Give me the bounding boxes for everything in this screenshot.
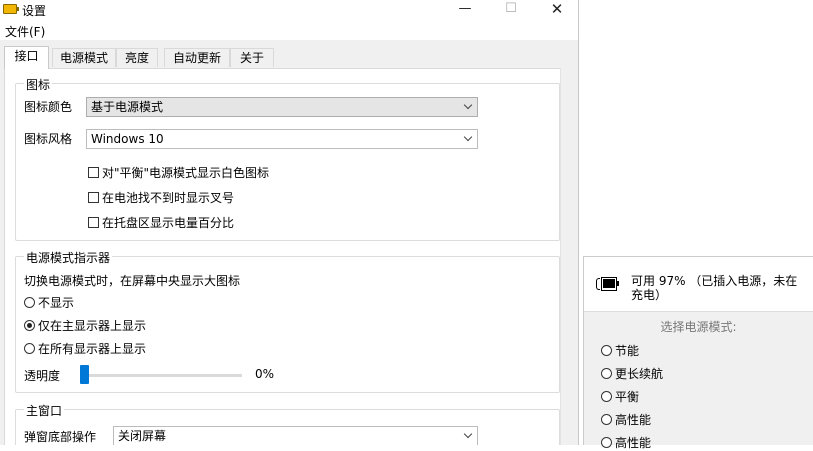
window-title: 设置 [22,4,47,18]
radio-circle [601,437,612,448]
mode-label: 平衡 [615,390,640,404]
radio-no-display[interactable]: 不显示 [24,294,74,311]
indicator-group-legend: 电源模式指示器 [24,249,113,266]
opacity-value: 0% [255,367,275,381]
radio-primary-display[interactable]: 仅在主显示器上显示 [24,317,146,334]
mode-best-performance[interactable]: 高性能 [601,434,651,451]
icon-color-dropdown[interactable]: 基于电源模式 [86,97,478,117]
indicator-group: 电源模式指示器 切换电源模式时，在屏幕中央显示大图标 不显示 仅在主显示器上显示… [15,249,560,393]
radio-circle [24,343,35,354]
battery-plugged-icon [596,276,622,292]
battery-app-icon [3,4,19,14]
menu-file[interactable]: 文件(F) [5,23,45,40]
menu-bar: 文件(F) [0,20,578,40]
close-button[interactable]: ✕ [534,0,578,20]
tab-power-mode[interactable]: 电源模式 [52,48,116,67]
radio-label: 不显示 [38,296,75,310]
radio-circle [601,368,612,379]
icon-style-dropdown[interactable]: Windows 10 [86,129,478,149]
radio-circle [601,391,612,402]
battery-flyout: 可用 97% （已插入电源，未在 充电） 选择电源模式: 节能 更长续航 平衡 … [583,256,813,450]
maximize-button[interactable]: ☐ [488,0,534,20]
tab-auto-update[interactable]: 自动更新 [164,48,230,67]
indicator-description: 切换电源模式时，在屏幕中央显示大图标 [24,274,241,288]
tab-brightness[interactable]: 亮度 [116,48,158,67]
tab-page-interface: 图标 图标颜色 基于电源模式 图标风格 Windows 10 对"平衡"电源模式… [4,68,575,445]
mode-label: 高性能 [615,436,652,450]
icon-color-value: 基于电源模式 [91,100,164,114]
chevron-down-icon [463,132,473,142]
mode-label: 节能 [615,344,640,358]
checkbox-label: 对"平衡"电源模式显示白色图标 [102,166,270,180]
mode-longer-battery[interactable]: 更长续航 [601,365,663,382]
chevron-down-icon [463,100,473,110]
white-icon-balanced-checkbox[interactable]: 对"平衡"电源模式显示白色图标 [88,164,269,181]
main-window-group: 主窗口 弹窗底部操作 关闭屏幕 [15,402,560,445]
opacity-slider-thumb[interactable] [80,365,89,384]
radio-circle [601,414,612,425]
checkbox-label: 在托盘区显示电量百分比 [102,216,235,230]
opacity-label: 透明度 [24,369,61,383]
settings-window: 设置 — ☐ ✕ 文件(F) 接口 电源模式 亮度 自动更新 关于 图标 图标颜… [0,0,579,445]
checkbox-box [88,217,99,228]
icon-group: 图标 图标颜色 基于电源模式 图标风格 Windows 10 对"平衡"电源模式… [15,76,560,241]
flyout-header: 可用 97% （已插入电源，未在 充电） [584,257,813,312]
chevron-down-icon [463,429,473,439]
radio-label: 仅在主显示器上显示 [38,319,147,333]
minimize-button[interactable]: — [442,0,488,20]
battery-status-line1: 可用 97% （已插入电源，未在 [631,274,798,288]
main-window-group-legend: 主窗口 [24,402,65,419]
popup-action-value: 关闭屏幕 [118,429,167,443]
battery-status: 可用 97% （已插入电源，未在 充电） [631,274,809,302]
mode-power-saver[interactable]: 节能 [601,342,639,359]
tab-about[interactable]: 关于 [230,48,274,67]
title-bar: 设置 — ☐ ✕ [0,0,578,20]
mode-high-performance[interactable]: 高性能 [601,411,651,428]
popup-action-dropdown[interactable]: 关闭屏幕 [113,426,478,445]
icon-color-label: 图标颜色 [24,100,73,114]
checkbox-box [88,192,99,203]
show-cross-checkbox[interactable]: 在电池找不到时显示叉号 [88,189,234,206]
radio-circle [24,297,35,308]
mode-label: 高性能 [615,413,652,427]
checkbox-label: 在电池找不到时显示叉号 [102,191,235,205]
radio-circle-selected [24,320,35,331]
mode-label: 更长续航 [615,367,664,381]
radio-all-displays[interactable]: 在所有显示器上显示 [24,340,146,357]
icon-style-label: 图标风格 [24,132,73,146]
radio-label: 在所有显示器上显示 [38,342,147,356]
vertical-scrollbar[interactable] [560,68,576,445]
popup-action-label: 弹窗底部操作 [24,430,97,444]
mode-balanced[interactable]: 平衡 [601,388,639,405]
show-percent-checkbox[interactable]: 在托盘区显示电量百分比 [88,214,234,231]
radio-circle [601,345,612,356]
tab-interface[interactable]: 接口 [4,46,49,69]
checkbox-box [88,167,99,178]
icon-group-legend: 图标 [24,76,53,93]
opacity-slider-track[interactable] [82,374,242,377]
select-power-mode-label: 选择电源模式: [660,320,737,334]
icon-style-value: Windows 10 [91,132,164,146]
battery-status-line2: 充电） [631,288,668,302]
